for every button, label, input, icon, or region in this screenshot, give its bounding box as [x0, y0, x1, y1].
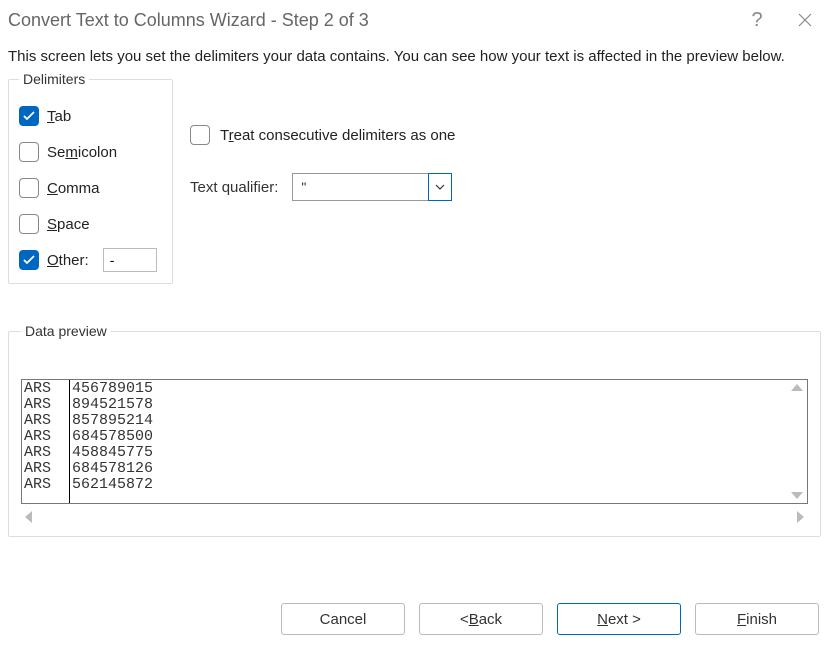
space-label: Space	[47, 216, 90, 233]
treat-consecutive-label: Treat consecutive delimiters as one	[220, 127, 455, 144]
comma-checkbox-row[interactable]: Comma	[19, 177, 162, 199]
back-button[interactable]: < Back	[419, 603, 543, 635]
check-icon	[23, 255, 35, 265]
other-label: Other:	[47, 252, 89, 269]
data-preview-group: Data preview ARS ARS ARS ARS ARS ARS ARS…	[8, 323, 821, 537]
semicolon-label: Semicolon	[47, 144, 117, 161]
text-qualifier-value: "	[293, 174, 428, 200]
data-preview-legend: Data preview	[21, 323, 111, 339]
finish-button[interactable]: Finish	[695, 603, 819, 635]
other-checkbox[interactable]	[19, 250, 39, 270]
tab-label: Tab	[47, 108, 71, 125]
delimiters-legend: Delimiters	[19, 71, 89, 87]
scroll-left-icon[interactable]	[25, 511, 32, 523]
semicolon-checkbox-row[interactable]: Semicolon	[19, 141, 162, 163]
data-preview-box: ARS ARS ARS ARS ARS ARS ARS 456789015 89…	[21, 379, 808, 504]
other-delimiter-input[interactable]	[103, 248, 157, 272]
preview-vertical-scrollbar[interactable]	[789, 380, 805, 503]
text-qualifier-label: Text qualifier:	[190, 179, 278, 196]
space-checkbox[interactable]	[19, 214, 39, 234]
other-checkbox-row[interactable]: Other:	[19, 249, 162, 271]
text-qualifier-row: Text qualifier: "	[190, 173, 455, 201]
preview-column-2: 456789015 894521578 857895214 684578500 …	[70, 380, 807, 503]
preview-column-1: ARS ARS ARS ARS ARS ARS ARS	[22, 380, 70, 503]
preview-horizontal-scrollbar[interactable]	[21, 504, 808, 524]
comma-label: Comma	[47, 180, 100, 197]
scroll-up-icon[interactable]	[791, 384, 803, 391]
treat-consecutive-row[interactable]: Treat consecutive delimiters as one	[190, 125, 455, 145]
treat-consecutive-checkbox[interactable]	[190, 125, 210, 145]
wizard-buttons: Cancel < Back Next > Finish	[281, 603, 819, 635]
tab-checkbox-row[interactable]: Tab	[19, 105, 162, 127]
data-preview-table: ARS ARS ARS ARS ARS ARS ARS 456789015 89…	[22, 380, 807, 503]
window-title: Convert Text to Columns Wizard - Step 2 …	[8, 10, 723, 31]
semicolon-checkbox[interactable]	[19, 142, 39, 162]
text-qualifier-select[interactable]: "	[292, 173, 452, 201]
scroll-right-icon[interactable]	[797, 511, 804, 523]
comma-checkbox[interactable]	[19, 178, 39, 198]
next-button[interactable]: Next >	[557, 603, 681, 635]
scroll-down-icon[interactable]	[791, 492, 803, 499]
description-text: This screen lets you set the delimiters …	[0, 40, 829, 71]
tab-checkbox[interactable]	[19, 106, 39, 126]
space-checkbox-row[interactable]: Space	[19, 213, 162, 235]
cancel-button[interactable]: Cancel	[281, 603, 405, 635]
close-icon	[797, 12, 813, 28]
close-button[interactable]	[791, 6, 819, 34]
chevron-down-icon	[434, 183, 446, 191]
delimiter-options: Treat consecutive delimiters as one Text…	[190, 125, 455, 201]
titlebar: Convert Text to Columns Wizard - Step 2 …	[0, 0, 829, 40]
text-qualifier-dropdown-button[interactable]	[428, 173, 452, 201]
check-icon	[23, 111, 35, 121]
help-button[interactable]: ?	[743, 6, 771, 34]
delimiters-group: Delimiters Tab Semicolon Comma Space	[8, 71, 173, 284]
